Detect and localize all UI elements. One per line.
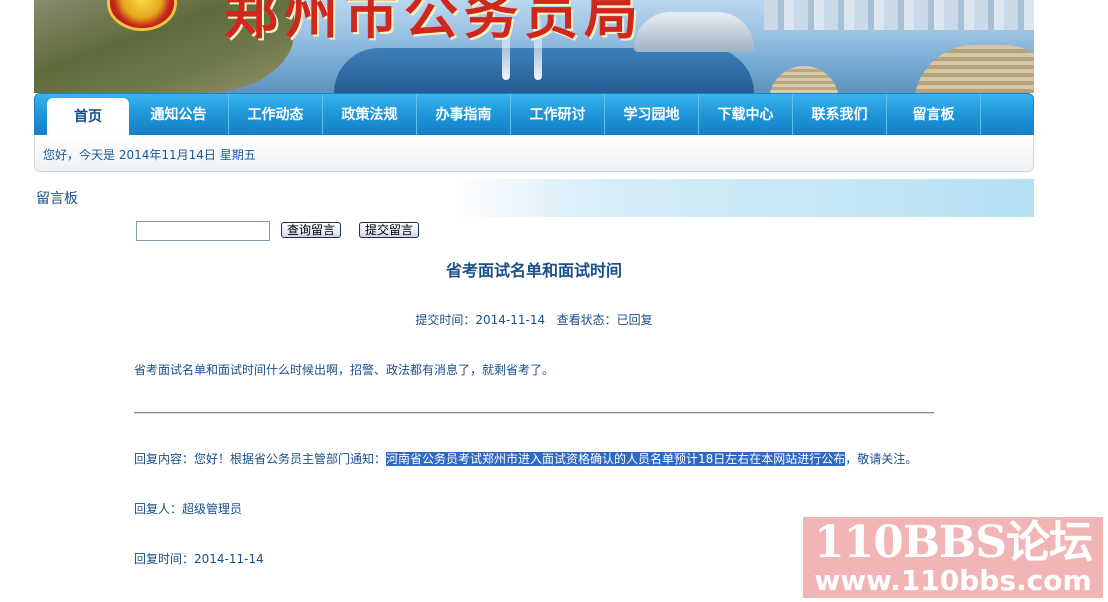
banner-dome [769,66,839,93]
replier: 回复人：超级管理员 [134,502,243,516]
section-header: 留言板 [34,179,1034,217]
reply-selected-text: 河南省公务员考试郑州市进入面试资格确认的人员名单预计18日左右在本网站进行公布 [386,452,846,466]
nav-item-research[interactable]: 工作研讨 [511,94,605,136]
banner-stadium [634,12,754,52]
nav-item-learning[interactable]: 学习园地 [605,94,699,136]
nav-item-downloads[interactable]: 下载中心 [699,94,793,136]
nav-item-work-news[interactable]: 工作动态 [229,94,323,136]
reply-suffix: ，敬请关注。 [845,452,918,466]
nav-item-policies[interactable]: 政策法规 [323,94,417,136]
reply-time: 回复时间：2014-11-14 [134,552,264,566]
nav-item-guestbook[interactable]: 留言板 [887,94,981,136]
reply-prefix: 回复内容：您好！根据省公务员主管部门通知： [134,452,387,466]
message-question: 省考面试名单和面试时间什么时候出啊，招警、政法都有消息了，就剩省考了。 [134,363,555,377]
main-nav: 首页 通知公告 工作动态 政策法规 办事指南 工作研讨 学习园地 下载中心 联系… [34,93,1034,137]
banner-city-skyline [764,0,1034,30]
nav-item-contact[interactable]: 联系我们 [793,94,887,136]
nav-item-notices[interactable]: 通知公告 [129,94,229,136]
banner-lake [334,48,754,93]
nav-item-home[interactable]: 首页 [47,98,129,136]
nav-item-guide[interactable]: 办事指南 [417,94,511,136]
date-greeting: 您好，今天是 2014年11月14日 星期五 [43,148,256,162]
forum-watermark: 110BBS论坛 www.110bbs.com [803,517,1103,598]
section-title: 留言板 [36,191,78,207]
query-message-button[interactable]: 查询留言 [281,222,342,238]
message-title: 省考面试名单和面试时间 [445,261,622,280]
date-bar: 您好，今天是 2014年11月14日 星期五 [34,135,1034,172]
message-meta: 提交时间：2014-11-14 查看状态：已回复 [415,313,653,327]
search-input[interactable] [136,221,270,241]
site-title: 郑州市公务员局 [224,0,644,46]
watermark-title: 110BBS论坛 [814,517,1093,568]
header-banner: 郑州市公务员局 [34,0,1034,93]
divider [134,412,934,414]
watermark-url: www.110bbs.com [814,564,1092,597]
reply-content: 回复内容：您好！根据省公务员主管部门通知：河南省公务员考试郑州市进入面试资格确认… [134,450,917,467]
banner-dome [914,45,1034,93]
submit-message-button[interactable]: 提交留言 [359,222,420,238]
